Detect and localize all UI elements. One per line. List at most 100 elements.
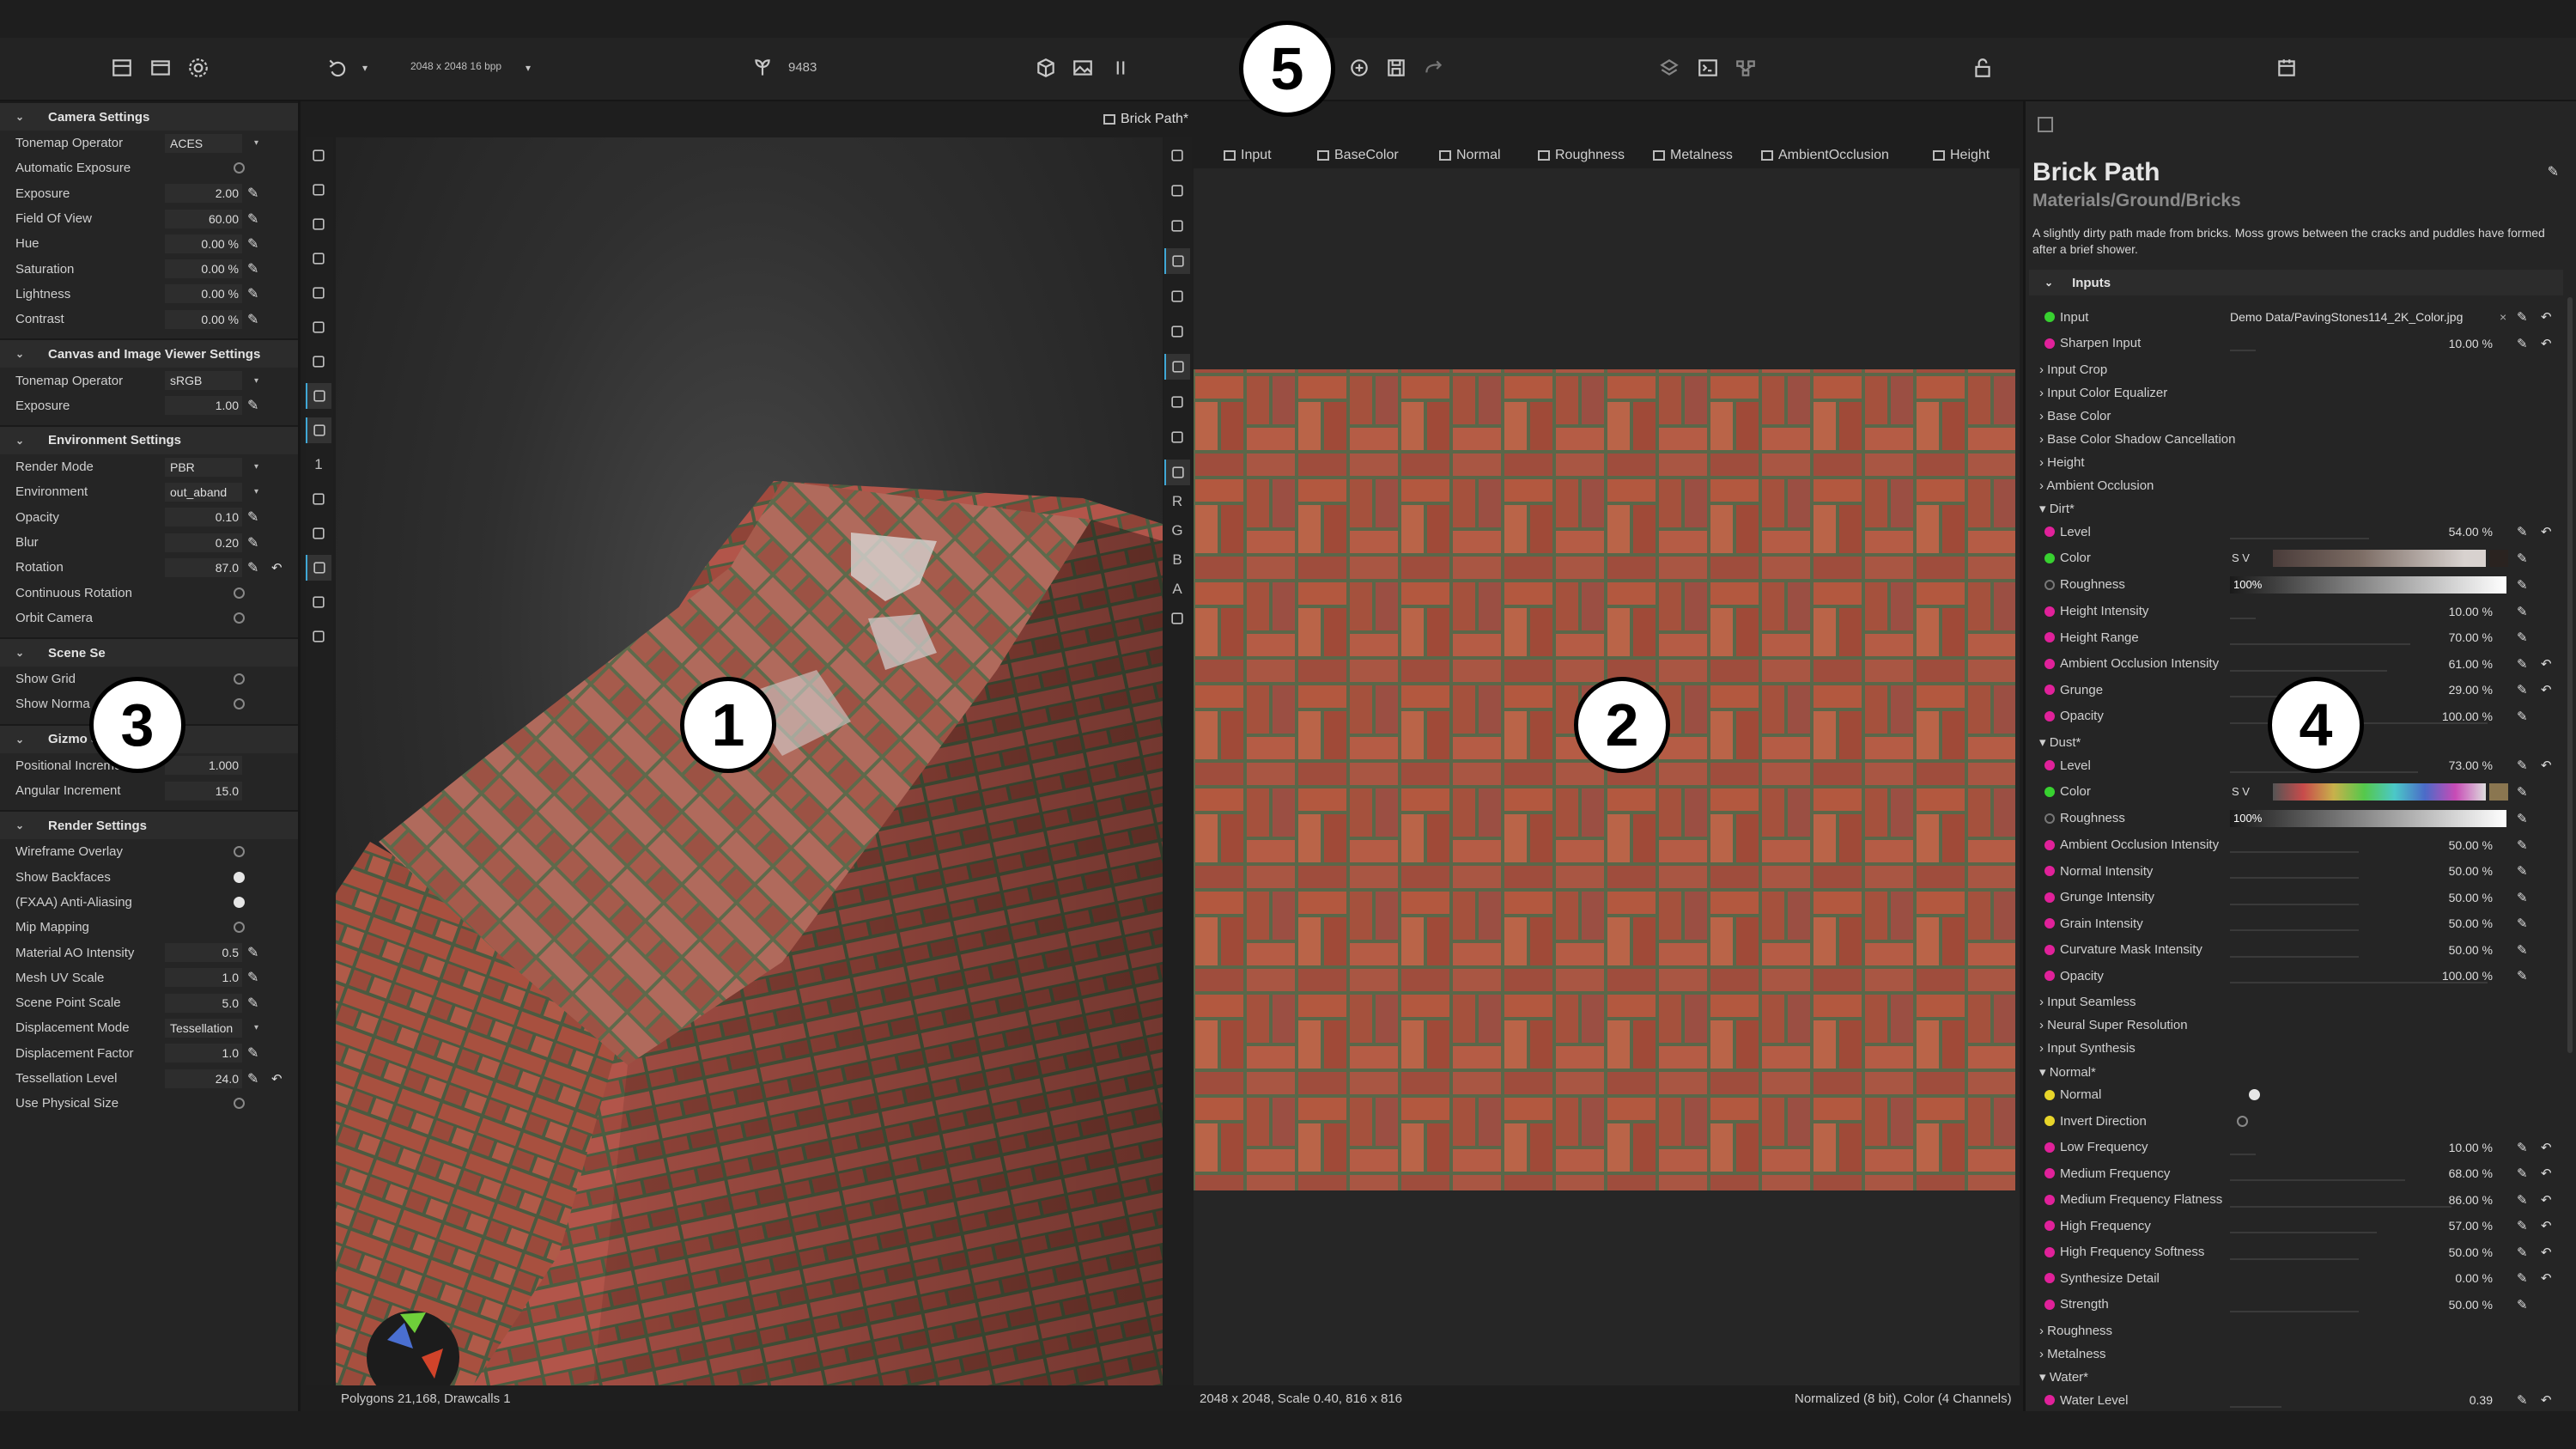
reset-icon[interactable]: ↶ (2541, 309, 2552, 325)
toggle[interactable] (234, 1098, 245, 1110)
number-field[interactable]: 1.000 (165, 756, 242, 776)
channel-b-button[interactable]: B (1164, 547, 1190, 573)
edit-icon[interactable]: ✎ (2517, 577, 2528, 593)
reset-icon[interactable]: ↶ (2541, 1392, 2552, 1408)
edit-icon[interactable]: ✎ (2517, 1166, 2528, 1181)
dropdown-select[interactable]: sRGB (165, 371, 242, 391)
number-field[interactable]: 0.00 % (165, 234, 242, 253)
chevron-down-icon[interactable]: ▾ (254, 1023, 258, 1032)
collapse-panel-icon[interactable] (2038, 117, 2053, 132)
pause-icon[interactable] (1106, 53, 1135, 82)
gray-value-slider[interactable]: 100% (2230, 809, 2506, 827)
edit-icon[interactable]: ✎ (2517, 656, 2528, 672)
connection-dot[interactable] (2044, 1299, 2055, 1310)
parameter-group[interactable]: › Height (2026, 449, 2567, 475)
edit-icon[interactable]: ✎ (2517, 784, 2528, 800)
chevron-down-icon[interactable]: ▾ (254, 462, 258, 472)
dropdown-select[interactable]: out_aband (165, 482, 242, 502)
channel-a-button[interactable]: A (1164, 576, 1190, 602)
parameter-group[interactable]: › Ambient Occlusion (2026, 472, 2567, 498)
camera-icon[interactable] (306, 521, 331, 546)
viewport-2d[interactable] (1194, 168, 2020, 1385)
connection-dot[interactable] (2044, 527, 2055, 537)
edit-icon[interactable]: ✎ (2517, 1270, 2528, 1286)
properties-scrollbar[interactable] (2567, 297, 2573, 1053)
section-header[interactable]: ⌄ Canvas and Image Viewer Settings (0, 338, 298, 368)
channel-r-button[interactable]: R (1164, 489, 1190, 514)
dropdown-select[interactable]: ACES (165, 133, 242, 153)
edit-icon[interactable]: ✎ (2517, 1297, 2528, 1312)
parameter-group[interactable]: › Base Color Shadow Cancellation (2026, 426, 2567, 452)
channel-tab[interactable]: Roughness (1538, 143, 1625, 168)
edit-icon[interactable]: ✎ (2517, 837, 2528, 853)
seed-icon[interactable] (748, 53, 777, 82)
edit-icon[interactable]: ✎ (2517, 1218, 2528, 1233)
chevron-down-icon[interactable]: ▾ (254, 138, 258, 148)
reset-icon[interactable]: ↶ (271, 560, 283, 575)
connection-dot[interactable] (2044, 552, 2055, 563)
edit-icon[interactable]: ✎ (2517, 709, 2528, 724)
gray-value-slider[interactable]: 100% (2230, 575, 2506, 594)
grid-icon[interactable] (1164, 389, 1190, 415)
connection-dot[interactable] (2044, 839, 2055, 850)
edit-icon[interactable]: ✎ (2517, 863, 2528, 879)
square-icon[interactable] (1164, 283, 1190, 309)
number-field[interactable]: 1.00 (165, 396, 242, 416)
connection-dot[interactable] (2044, 1221, 2055, 1231)
node-graph-icon[interactable] (1731, 53, 1760, 82)
lock-icon[interactable] (1968, 53, 1997, 82)
connection-dot[interactable] (2044, 1116, 2055, 1126)
connection-dot[interactable] (2044, 813, 2055, 824)
chevron-down-icon[interactable]: ▾ (350, 53, 380, 82)
cube-icon[interactable] (1031, 53, 1060, 82)
parameter-group[interactable]: › Input Synthesis (2026, 1036, 2567, 1062)
connection-dot[interactable] (2044, 944, 2055, 955)
connection-dot[interactable] (2044, 866, 2055, 876)
number-field[interactable]: 0.5 (165, 943, 242, 963)
color-gradient-slider[interactable] (2273, 549, 2486, 567)
chevron-down-icon[interactable]: ▾ (254, 376, 258, 386)
parameter-group[interactable]: ▾ Dirt* (2026, 496, 2567, 521)
value-slider[interactable] (2230, 1391, 2505, 1409)
number-field[interactable]: 15.0 (165, 781, 242, 801)
scale-icon[interactable] (306, 211, 331, 237)
connection-dot[interactable] (2044, 760, 2055, 770)
grid-icon[interactable] (107, 53, 137, 82)
toggle[interactable] (234, 673, 245, 685)
edit-icon[interactable]: ✎ (247, 969, 258, 986)
section-header[interactable]: ⌄ Camera Settings (0, 101, 298, 131)
number-field[interactable]: 24.0 (165, 1068, 242, 1088)
number-field[interactable]: 87.0 (165, 557, 242, 577)
number-field[interactable]: 0.10 (165, 508, 242, 527)
add-node-icon[interactable] (1345, 53, 1374, 82)
parameter-group[interactable]: › Input Crop (2026, 356, 2567, 382)
clear-icon[interactable]: × (2500, 310, 2506, 324)
parameter-group[interactable]: › Input Seamless (2026, 989, 2567, 1015)
save-icon[interactable] (1164, 143, 1190, 168)
edit-icon[interactable]: ✎ (2517, 630, 2528, 645)
pen-icon[interactable] (1164, 319, 1190, 344)
sv-toggle[interactable]: S V (2232, 551, 2250, 564)
edit-icon[interactable]: ✎ (247, 210, 258, 228)
parameter-group[interactable]: ▾ Normal* (2026, 1059, 2567, 1085)
connection-dot[interactable] (2044, 632, 2055, 642)
edit-icon[interactable]: ✎ (2517, 758, 2528, 773)
reset-icon[interactable]: ↶ (2541, 656, 2552, 672)
connection-dot[interactable] (2044, 1194, 2055, 1205)
edit-icon[interactable]: ✎ (247, 995, 258, 1012)
section-header[interactable]: ⌄ Scene Se (0, 637, 298, 667)
connection-dot[interactable] (2044, 1246, 2055, 1257)
edit-icon[interactable]: ✎ (247, 311, 258, 328)
toggle[interactable] (2249, 1089, 2260, 1100)
resolution-select[interactable]: 2048 x 2048 16 bpp (410, 60, 501, 72)
channel-tab[interactable]: AmbientOcclusion (1761, 143, 1889, 168)
toggle[interactable] (234, 846, 245, 858)
target-icon[interactable] (306, 349, 331, 374)
reset-icon[interactable]: ↶ (2541, 682, 2552, 697)
parameter-group[interactable]: › Neural Super Resolution (2026, 1013, 2567, 1038)
channel-g-button[interactable]: G (1164, 518, 1190, 544)
light-icon[interactable] (1164, 460, 1190, 485)
connection-dot[interactable] (2044, 892, 2055, 903)
toggle[interactable] (234, 896, 245, 908)
connection-dot[interactable] (2044, 1395, 2055, 1405)
